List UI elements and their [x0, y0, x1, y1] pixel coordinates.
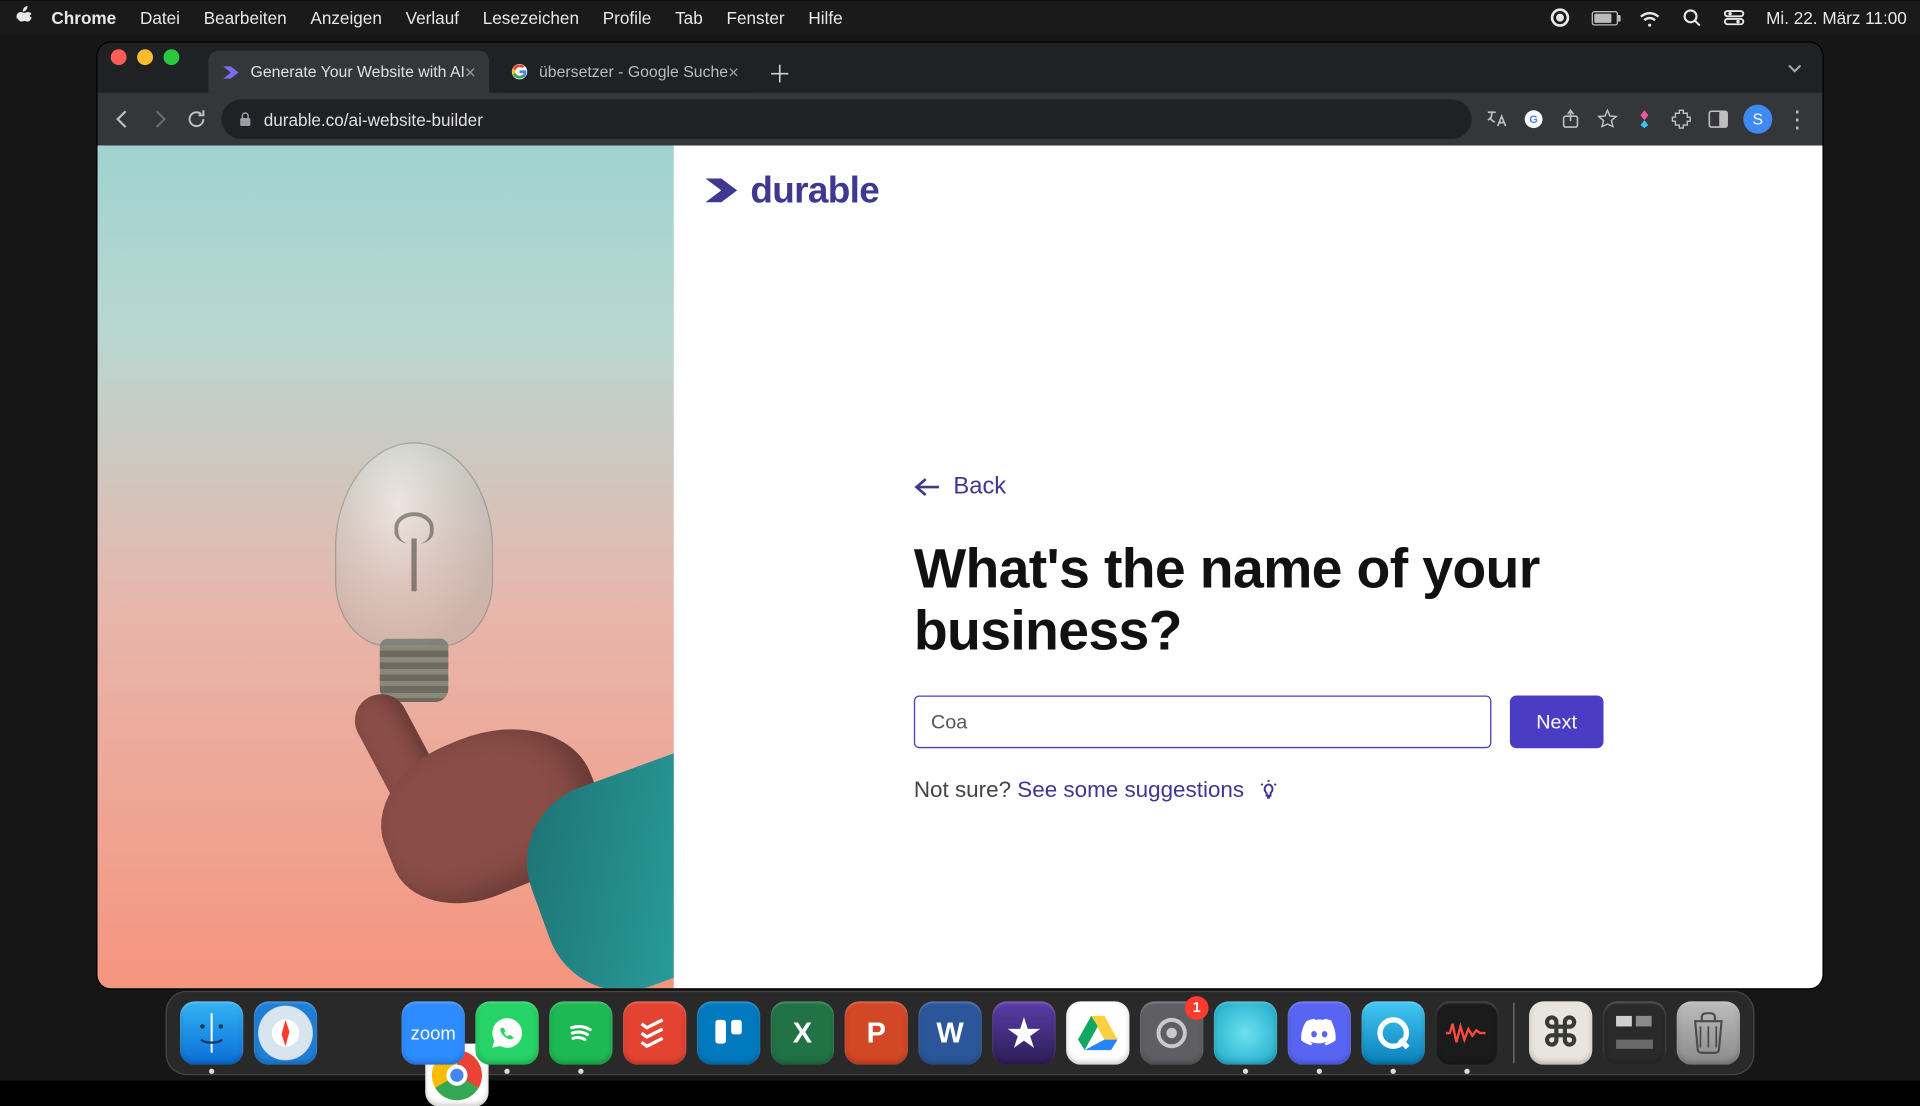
fullscreen-window-icon[interactable] [164, 49, 180, 65]
url-text: durable.co/ai-website-builder [264, 109, 483, 129]
chrome-window: Generate Your Website with AI × übersetz… [98, 42, 1823, 987]
finder-app-icon[interactable] [180, 1001, 243, 1064]
bookmark-icon[interactable] [1596, 107, 1620, 131]
page-viewport: durable Back What's the name of your bus… [98, 145, 1823, 988]
zoom-app-icon[interactable]: zoom [402, 1001, 465, 1064]
durable-favicon-icon [222, 62, 240, 80]
excel-letter: X [793, 1015, 812, 1049]
not-sure-label: Not sure? [914, 777, 1017, 802]
spotlight-icon[interactable] [1682, 7, 1703, 28]
powerpoint-app-icon[interactable]: P [845, 1001, 908, 1064]
forward-button[interactable] [148, 107, 172, 131]
form-panel: durable Back What's the name of your bus… [674, 145, 1823, 988]
tab-close-icon[interactable]: × [465, 61, 476, 82]
menu-anzeigen[interactable]: Anzeigen [310, 7, 381, 27]
system-settings-app-icon[interactable]: 1 [1140, 1001, 1203, 1064]
menubar-app-name[interactable]: Chrome [51, 7, 116, 27]
menu-datei[interactable]: Datei [140, 7, 180, 27]
chrome-menu-icon[interactable]: ⋮ [1785, 105, 1809, 133]
panel-app-icon[interactable] [1603, 1001, 1666, 1064]
reload-button[interactable] [185, 107, 209, 131]
word-app-icon[interactable]: W [918, 1001, 981, 1064]
extensions-icon[interactable] [1669, 107, 1693, 131]
tab-active[interactable]: Generate Your Website with AI × [208, 50, 489, 92]
lightbulb-illustration [335, 442, 493, 702]
safari-app-icon[interactable] [254, 1001, 317, 1064]
address-bar[interactable]: durable.co/ai-website-builder [222, 99, 1472, 139]
dock-separator [1513, 1002, 1514, 1063]
tab-google-search[interactable]: übersetzer - Google Suche × [497, 50, 752, 92]
menu-lesezeichen[interactable]: Lesezeichen [483, 7, 579, 27]
cyan-sphere-app-icon[interactable] [1214, 1001, 1277, 1064]
back-button[interactable] [111, 107, 135, 131]
side-panel-icon[interactable] [1706, 107, 1730, 131]
wifi-icon[interactable] [1640, 7, 1661, 28]
durable-logo[interactable]: durable [703, 169, 879, 211]
spotify-app-icon[interactable] [549, 1001, 612, 1064]
business-name-input[interactable] [914, 695, 1492, 748]
discord-app-icon[interactable] [1288, 1001, 1351, 1064]
profile-avatar[interactable]: S [1743, 104, 1772, 133]
back-label: Back [953, 472, 1006, 500]
question-heading: What's the name of your business? [914, 537, 1573, 661]
battery-icon[interactable] [1592, 10, 1618, 25]
hero-image-panel [98, 145, 674, 988]
record-icon[interactable] [1550, 7, 1571, 28]
settings-badge: 1 [1185, 996, 1209, 1020]
google-account-icon[interactable]: G [1522, 107, 1546, 131]
menu-fenster[interactable]: Fenster [726, 7, 784, 27]
utility-glyph: ⌘ [1541, 1009, 1581, 1055]
extension-diamond-icon[interactable] [1633, 107, 1657, 131]
quicktime-app-icon[interactable] [1362, 1001, 1425, 1064]
menu-verlauf[interactable]: Verlauf [406, 7, 459, 27]
apple-icon [13, 5, 33, 29]
trello-app-icon[interactable] [697, 1001, 760, 1064]
share-icon[interactable] [1559, 107, 1583, 131]
voice-memos-app-icon[interactable] [1435, 1001, 1498, 1064]
word-letter: W [936, 1015, 963, 1049]
menu-tab[interactable]: Tab [675, 7, 703, 27]
google-drive-app-icon[interactable] [1066, 1001, 1129, 1064]
lock-icon [237, 111, 253, 127]
new-tab-button[interactable]: ＋ [763, 55, 797, 89]
toolbar: durable.co/ai-website-builder G S ⋮ [98, 92, 1823, 145]
tab-title: übersetzer - Google Suche [539, 62, 728, 80]
excel-app-icon[interactable]: X [771, 1001, 834, 1064]
tab-close-icon[interactable]: × [728, 61, 739, 82]
control-center-icon[interactable] [1724, 7, 1745, 28]
translate-icon[interactable] [1485, 107, 1509, 131]
whatsapp-app-icon[interactable] [475, 1001, 538, 1064]
arrow-left-icon [914, 475, 940, 496]
imovie-app-icon[interactable]: ★ [992, 1001, 1055, 1064]
menu-bearbeiten[interactable]: Bearbeiten [204, 7, 287, 27]
zoom-label: zoom [411, 1022, 456, 1043]
tab-overflow-icon[interactable] [1785, 42, 1809, 92]
utility-app-icon[interactable]: ⌘ [1529, 1001, 1592, 1064]
next-button[interactable]: Next [1510, 695, 1603, 748]
svg-text:G: G [1529, 114, 1537, 126]
menu-profile[interactable]: Profile [603, 7, 652, 27]
macos-menubar: Chrome Datei Bearbeiten Anzeigen Verlauf… [0, 0, 1920, 34]
lightbulb-icon [1258, 778, 1279, 799]
durable-logo-text: durable [750, 169, 879, 211]
macos-dock: zoom X P W ★ 1 ⌘ [165, 990, 1754, 1074]
back-link[interactable]: Back [914, 472, 1743, 500]
tab-title: Generate Your Website with AI [251, 62, 465, 80]
minimize-window-icon[interactable] [137, 49, 153, 65]
suggestions-link[interactable]: See some suggestions [1017, 777, 1244, 802]
menubar-datetime[interactable]: Mi. 22. März 11:00 [1766, 7, 1907, 27]
tab-strip: Generate Your Website with AI × übersetz… [98, 42, 1823, 92]
window-controls[interactable] [111, 42, 190, 82]
suggestions-row: Not sure? See some suggestions [914, 777, 1743, 803]
ppt-letter: P [867, 1015, 886, 1049]
durable-logo-icon [703, 175, 740, 204]
menu-hilfe[interactable]: Hilfe [808, 7, 842, 27]
todoist-app-icon[interactable] [623, 1001, 686, 1064]
google-favicon-icon [510, 62, 528, 80]
close-window-icon[interactable] [111, 49, 127, 65]
trash-icon[interactable] [1677, 1001, 1740, 1064]
